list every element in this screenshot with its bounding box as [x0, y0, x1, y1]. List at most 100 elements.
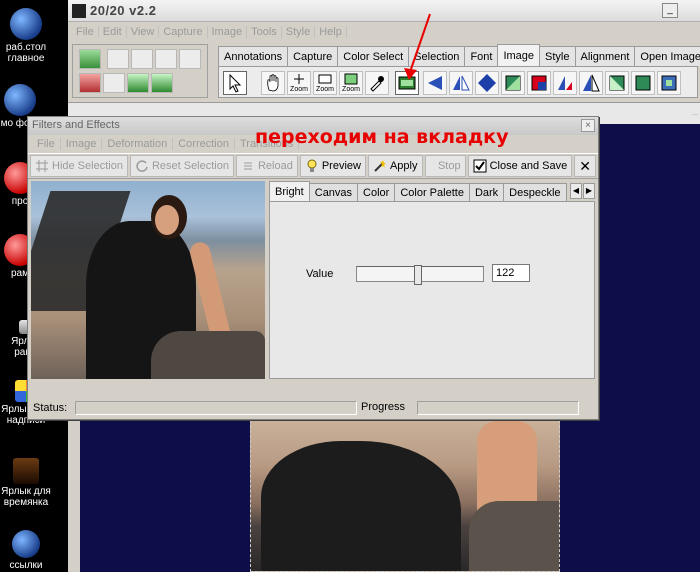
- globe-icon: [10, 8, 42, 40]
- canvas-photo[interactable]: [250, 420, 560, 572]
- dialog-menu-image[interactable]: Image: [61, 138, 103, 150]
- open-dropdown-icon[interactable]: [107, 49, 129, 69]
- globe-icon: [4, 84, 36, 116]
- main-tabs: Annotations Capture Color Select Selecti…: [218, 44, 700, 66]
- dialog-menu-deformation[interactable]: Deformation: [102, 138, 174, 150]
- dialog-menu-file[interactable]: File: [32, 138, 61, 150]
- progress-bar: [417, 401, 579, 415]
- stop-button[interactable]: Stop: [424, 155, 466, 177]
- app-title: 20/20 v2.2: [90, 3, 157, 18]
- desktop-icon-label: Ярлык для времянка: [1, 486, 51, 508]
- reload-button[interactable]: Reload: [235, 155, 298, 177]
- pan-hand-icon[interactable]: [261, 71, 285, 95]
- apply-label: Apply: [389, 160, 418, 172]
- reload-icon: [241, 159, 255, 173]
- contrast-icon[interactable]: [579, 71, 603, 95]
- rotate-icon[interactable]: [475, 71, 499, 95]
- reset-icon: [135, 159, 149, 173]
- tab-scroll-left-icon[interactable]: ◀: [570, 183, 582, 199]
- tab-image[interactable]: Image: [497, 44, 541, 66]
- menu-style[interactable]: Style: [282, 26, 316, 38]
- grid-hash-icon: [35, 159, 49, 173]
- value-input[interactable]: 122: [492, 264, 530, 282]
- apply-button[interactable]: Apply: [367, 155, 423, 177]
- app-titlebar[interactable]: 20/20 v2.2 _: [68, 0, 700, 22]
- hide-selection-label: Hide Selection: [52, 160, 123, 172]
- brightness-slider[interactable]: [356, 265, 484, 285]
- close-button[interactable]: ✕: [574, 155, 596, 177]
- stop-label: Stop: [437, 160, 461, 172]
- desktop-icon-shortcut-vremyanka[interactable]: Ярлык для времянка: [0, 458, 52, 508]
- effects-icon[interactable]: [657, 71, 681, 95]
- tab-capture[interactable]: Capture: [287, 46, 339, 66]
- reset-selection-button[interactable]: Reset Selection: [129, 155, 234, 177]
- dialog-menu-correction[interactable]: Correction: [173, 138, 235, 150]
- menu-file[interactable]: File: [72, 26, 99, 38]
- zoom-label: Zoom: [342, 86, 360, 93]
- copy-icon[interactable]: [103, 73, 125, 93]
- columns-icon[interactable]: [151, 73, 173, 93]
- filter-tab-canvas[interactable]: Canvas: [308, 183, 359, 201]
- tab-open-images[interactable]: Open Images: [634, 46, 700, 66]
- capture-icon[interactable]: [131, 49, 153, 69]
- grid-icon[interactable]: [127, 73, 149, 93]
- filter-tab-color-palette[interactable]: Color Palette: [394, 183, 470, 201]
- hide-selection-button[interactable]: Hide Selection: [30, 155, 128, 177]
- filter-tabs: Bright Canvas Color Color Palette Dark D…: [269, 181, 567, 201]
- menu-capture[interactable]: Capture: [159, 26, 208, 38]
- folder-image-icon: [13, 458, 39, 484]
- preview-rock: [151, 331, 265, 379]
- menu-help[interactable]: Help: [315, 26, 347, 38]
- mirror-icon[interactable]: [449, 71, 473, 95]
- emboss-icon[interactable]: [605, 71, 629, 95]
- color-swatch-icon[interactable]: [527, 71, 551, 95]
- desktop-icon-rabstol[interactable]: раб.стол главное: [0, 8, 52, 64]
- red-tool-icon[interactable]: [79, 73, 101, 93]
- filters-effects-dialog: Filters and Effects × File Image Deforma…: [27, 116, 599, 420]
- filter-funnel-icon[interactable]: [155, 49, 177, 69]
- dialog-close-button[interactable]: ×: [581, 119, 595, 132]
- tab-style[interactable]: Style: [539, 46, 576, 66]
- select-arrow-icon[interactable]: [223, 71, 247, 95]
- gradient-icon[interactable]: [501, 71, 525, 95]
- app-logo-icon: [72, 3, 86, 18]
- filter-tab-color[interactable]: Color: [357, 183, 396, 201]
- filter-image-icon[interactable]: [631, 71, 655, 95]
- zoom-in-icon[interactable]: Zoom: [287, 71, 311, 95]
- dialog-toolbar: Hide Selection Reset Selection Reload Pr…: [28, 153, 598, 179]
- sharpen-icon[interactable]: [553, 71, 577, 95]
- eyedropper-icon[interactable]: [365, 71, 389, 95]
- slider-thumb[interactable]: [414, 265, 422, 285]
- new-image-icon[interactable]: [79, 49, 101, 69]
- filter-tab-scroller: ◀ ▶: [570, 183, 595, 199]
- image-toolrow: Zoom Zoom Zoom: [218, 66, 698, 98]
- tab-annotations[interactable]: Annotations: [218, 46, 289, 66]
- document-icon[interactable]: [179, 49, 201, 69]
- filter-preview-image: [31, 181, 265, 379]
- annotation-text: переходим на вкладку: [255, 126, 509, 148]
- tab-color-select[interactable]: Color Select: [337, 46, 410, 66]
- tab-font[interactable]: Font: [464, 46, 499, 66]
- preview-button[interactable]: Preview: [299, 155, 366, 177]
- value-label: Value: [306, 268, 334, 280]
- filter-tab-bright[interactable]: Bright: [269, 181, 310, 201]
- close-and-save-button[interactable]: Close and Save: [467, 155, 573, 177]
- menu-image[interactable]: Image: [208, 26, 248, 38]
- status-label: Status:: [33, 402, 68, 414]
- filter-tab-dark[interactable]: Dark: [468, 183, 505, 201]
- zoom-out-icon[interactable]: Zoom: [313, 71, 337, 95]
- filter-panel: Bright Canvas Color Color Palette Dark D…: [269, 181, 597, 395]
- apply-wand-icon: [373, 159, 387, 173]
- minimize-button[interactable]: _: [662, 3, 678, 18]
- tab-alignment[interactable]: Alignment: [574, 46, 636, 66]
- document-minimize-button[interactable]: _: [692, 105, 698, 116]
- photo-dress: [261, 441, 461, 571]
- menu-view[interactable]: View: [127, 26, 160, 38]
- menu-edit[interactable]: Edit: [99, 26, 127, 38]
- filter-tab-despeckle[interactable]: Despeckle: [503, 183, 567, 201]
- zoom-fit-icon[interactable]: Zoom: [339, 71, 363, 95]
- desktop-icon-ssylki[interactable]: ссылки: [0, 530, 52, 571]
- status-field: [75, 401, 357, 415]
- tab-scroll-right-icon[interactable]: ▶: [583, 183, 595, 199]
- menu-tools[interactable]: Tools: [247, 26, 282, 38]
